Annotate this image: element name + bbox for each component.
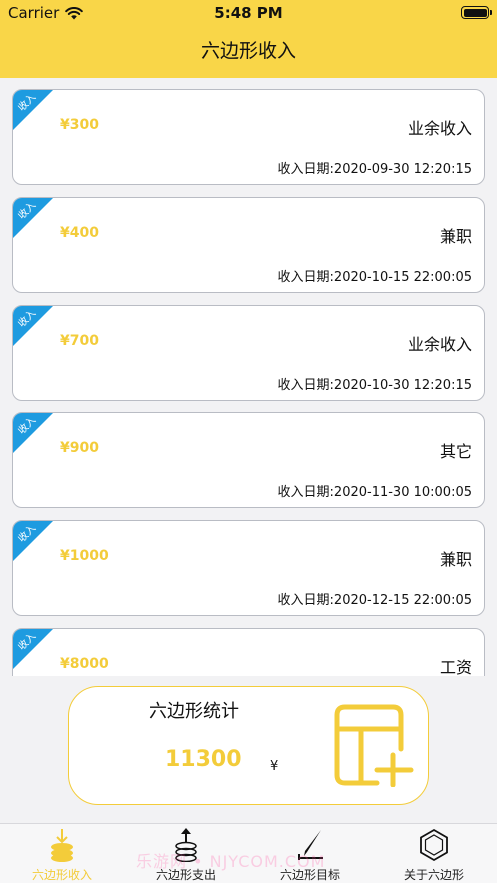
- tab-expense-label: 六边形支出: [155, 868, 216, 882]
- record-amount: ¥900: [60, 440, 99, 456]
- record-amount: ¥300: [60, 117, 99, 133]
- income-record-card[interactable]: 收入 ¥8000 工资: [12, 628, 485, 676]
- record-date: 收入日期:2020-10-15 22:00:05: [277, 270, 472, 285]
- record-date: 收入日期:2020-09-30 12:20:15: [277, 162, 472, 177]
- income-list[interactable]: 收入 ¥300 业余收入 收入日期:2020-09-30 12:20:15 收入…: [0, 78, 497, 676]
- record-category: 业余收入: [407, 119, 472, 138]
- record-amount: ¥8000: [60, 656, 109, 672]
- battery-icon: [461, 6, 492, 19]
- summary-card: 六边形统计 11300 ¥: [68, 686, 429, 805]
- income-record-card[interactable]: 收入 ¥700 业余收入 收入日期:2020-10-30 12:20:15: [12, 305, 485, 401]
- tab-about[interactable]: 关于六边形: [372, 824, 496, 883]
- tab-income[interactable]: 六边形收入: [0, 824, 124, 883]
- status-bar: Carrier 5:48 PM: [0, 0, 497, 26]
- pen-target-icon: [298, 830, 323, 860]
- summary-title: 六边形统计: [149, 701, 239, 722]
- record-category: 业余收入: [407, 335, 472, 354]
- record-amount: ¥400: [60, 225, 99, 241]
- record-amount: ¥700: [60, 333, 99, 349]
- tab-target-label: 六边形目标: [279, 868, 340, 882]
- income-record-card[interactable]: 收入 ¥400 兼职 收入日期:2020-10-15 22:00:05: [12, 197, 485, 293]
- record-category: 其它: [439, 442, 472, 461]
- expense-coins-icon: [175, 828, 197, 862]
- record-date: 收入日期:2020-12-15 22:00:05: [277, 593, 472, 608]
- hexagon-icon: [420, 828, 448, 862]
- summary-total: 11300: [165, 747, 242, 772]
- record-category: 兼职: [439, 550, 472, 569]
- record-amount: ¥1000: [60, 548, 109, 564]
- add-record-icon[interactable]: [331, 703, 415, 787]
- currency-unit: ¥: [270, 759, 279, 774]
- record-date: 收入日期:2020-10-30 12:20:15: [277, 378, 472, 393]
- tab-target[interactable]: 六边形目标: [248, 824, 372, 883]
- tab-expense[interactable]: 六边形支出: [124, 824, 248, 883]
- tab-about-label: 关于六边形: [403, 868, 464, 882]
- status-time: 5:48 PM: [214, 4, 283, 22]
- income-coins-icon: [51, 829, 73, 862]
- income-record-card[interactable]: 收入 ¥1000 兼职 收入日期:2020-12-15 22:00:05: [12, 520, 485, 616]
- page-title: 六边形收入: [200, 40, 296, 62]
- navigation-bar: 六边形收入: [0, 26, 497, 78]
- record-category: 兼职: [439, 227, 472, 246]
- income-record-card[interactable]: 收入 ¥300 业余收入 收入日期:2020-09-30 12:20:15: [12, 89, 485, 185]
- tab-bar: 六边形收入 六边形支出 六边形目标 关于六边形: [0, 823, 497, 883]
- tab-income-label: 六边形收入: [31, 868, 92, 882]
- record-category: 工资: [439, 658, 472, 676]
- record-date: 收入日期:2020-11-30 10:00:05: [277, 485, 472, 500]
- income-record-card[interactable]: 收入 ¥900 其它 收入日期:2020-11-30 10:00:05: [12, 412, 485, 508]
